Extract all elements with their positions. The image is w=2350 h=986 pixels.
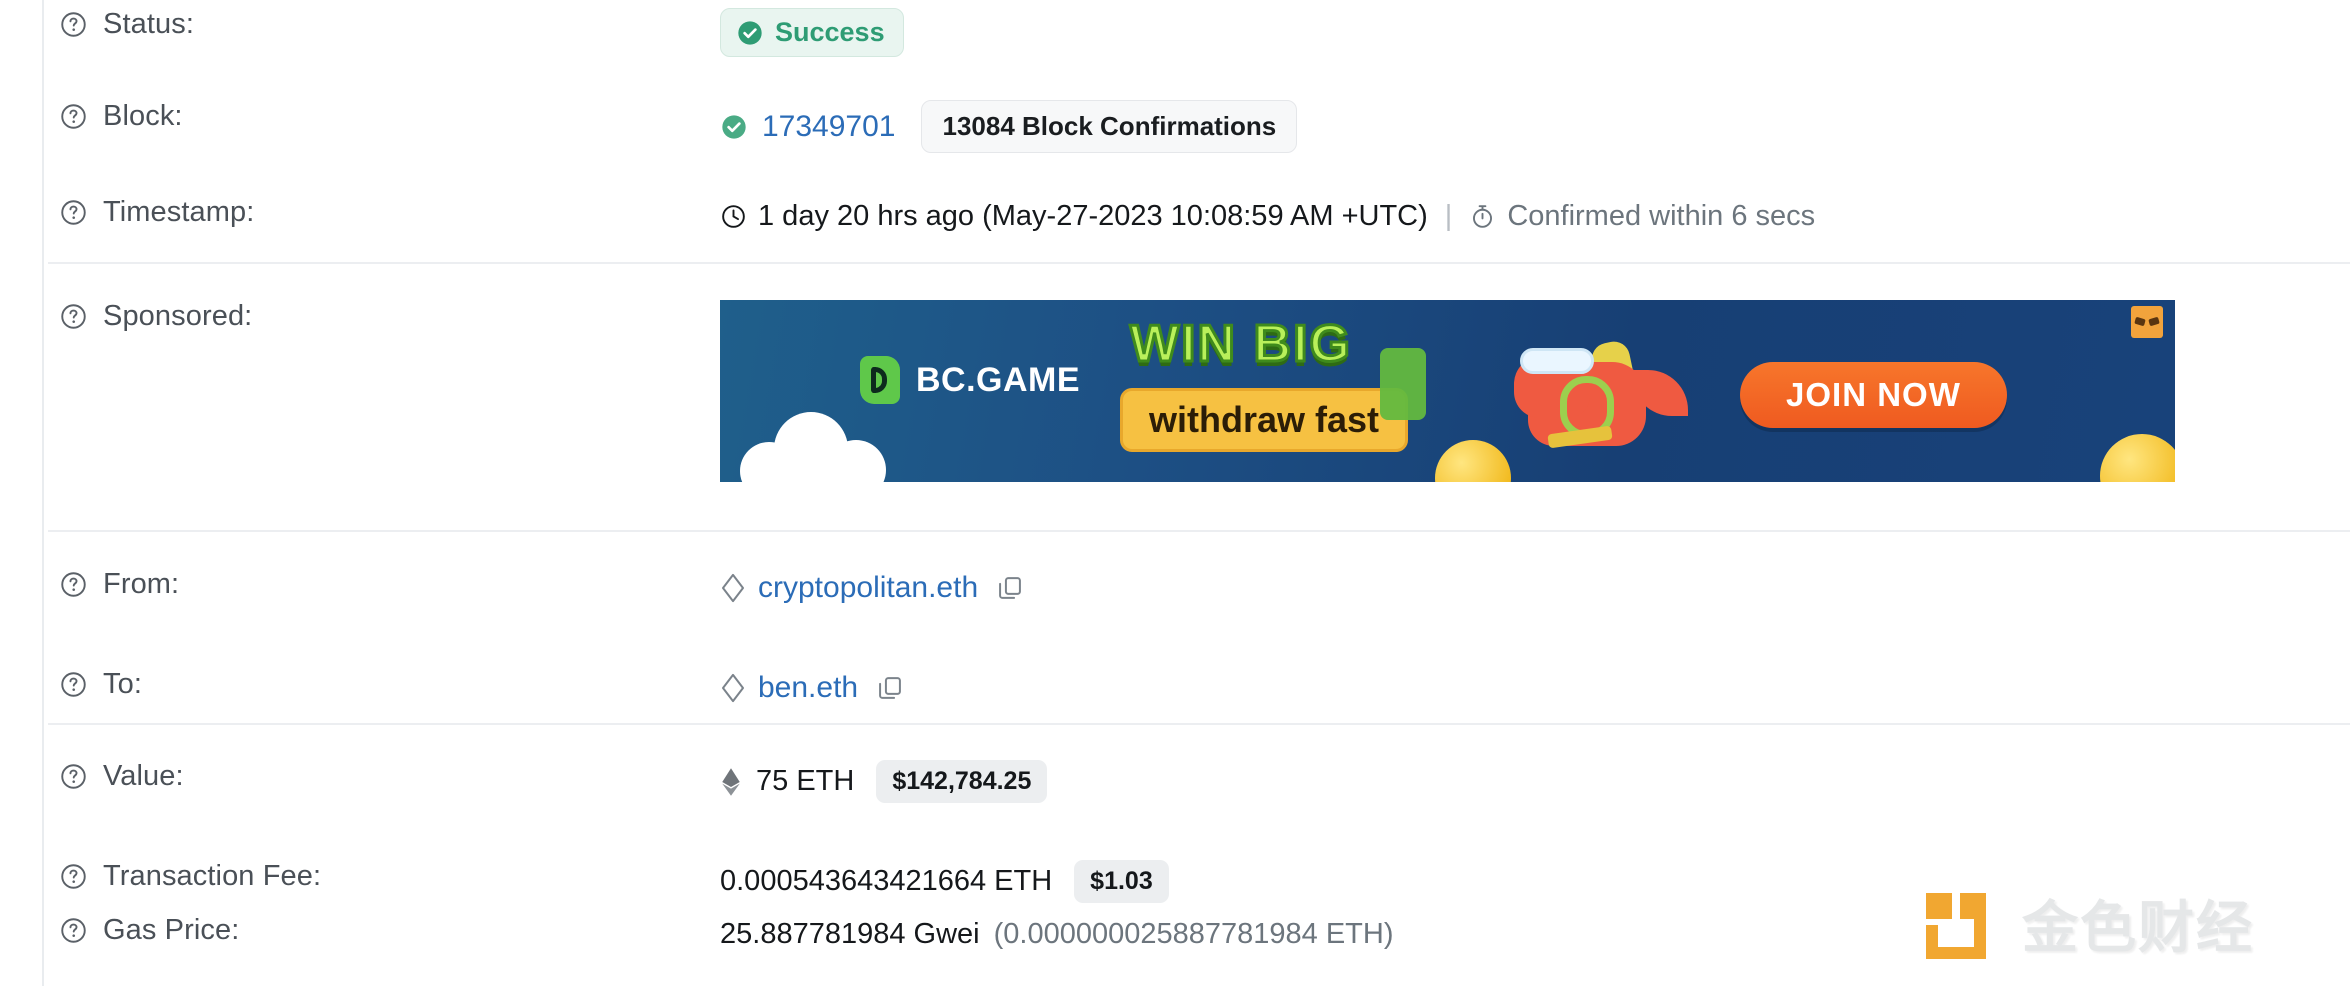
divider-above-from — [48, 530, 2350, 532]
row-to: To: ben.eth — [0, 668, 2350, 708]
check-circle-icon — [738, 20, 762, 45]
label-gas-price: Gas Price: — [103, 914, 240, 946]
row-from: From: cryptopolitan.eth — [0, 568, 2350, 608]
label-cell-block: Block: — [0, 100, 720, 133]
label-cell-timestamp: Timestamp: — [0, 196, 720, 229]
row-status: Status: Success — [0, 8, 2350, 57]
check-circle-icon — [722, 114, 746, 139]
value-cell-status: Success — [720, 8, 2350, 57]
value-cell-block: 17349701 13084 Block Confirmations — [720, 100, 2350, 153]
timestamp-relative: 1 day 20 hrs ago (May-27-2023 10:08:59 A… — [758, 199, 1428, 232]
row-value: Value: 75 ETH $142,784.25 — [0, 760, 2350, 803]
label-from: From: — [103, 568, 180, 600]
copy-icon[interactable] — [876, 674, 904, 702]
block-number-link[interactable]: 17349701 — [762, 110, 895, 144]
coin-graphic — [1435, 440, 1511, 482]
cloud-graphic — [740, 410, 900, 482]
bcgame-mark-icon — [860, 356, 900, 404]
label-cell-value: Value: — [0, 760, 720, 793]
question-circle-icon[interactable] — [60, 303, 87, 330]
label-cell-transaction-fee: Transaction Fee: — [0, 860, 720, 893]
question-circle-icon[interactable] — [60, 763, 87, 790]
label-cell-sponsored: Sponsored: — [0, 300, 720, 333]
to-address-group: ben.eth — [720, 671, 904, 705]
gas-price-gwei: 25.887781984 Gwei — [720, 917, 980, 950]
value-fiat-badge: $142,784.25 — [876, 760, 1048, 803]
value-cell-value: 75 ETH $142,784.25 — [720, 760, 2350, 803]
banner-subline: withdraw fast — [1120, 388, 1409, 452]
row-sponsored: Sponsored: BC.GAME WIN BIG withdraw fast — [0, 300, 2350, 482]
clock-icon — [722, 204, 745, 228]
question-circle-icon[interactable] — [60, 917, 87, 944]
label-block: Block: — [103, 100, 183, 132]
bcgame-brand-name: BC.GAME — [916, 360, 1081, 399]
ens-diamond-icon — [722, 673, 744, 703]
label-status: Status: — [103, 8, 194, 40]
stopwatch-icon — [1473, 204, 1493, 228]
sponsored-banner[interactable]: BC.GAME WIN BIG withdraw fast JOIN NOW — [720, 300, 2175, 482]
value-cell-to: ben.eth — [720, 668, 2350, 708]
green-block-graphic — [1380, 348, 1426, 420]
label-sponsored: Sponsored: — [103, 300, 253, 332]
question-circle-icon[interactable] — [60, 671, 87, 698]
value-cell-from: cryptopolitan.eth — [720, 568, 2350, 608]
ethereum-diamond-icon — [722, 767, 740, 796]
coin-graphic — [2100, 434, 2175, 482]
question-circle-icon[interactable] — [60, 11, 87, 38]
value-cell-sponsored: BC.GAME WIN BIG withdraw fast JOIN NOW — [720, 300, 2350, 482]
copy-icon[interactable] — [996, 574, 1024, 602]
label-timestamp: Timestamp: — [103, 196, 255, 228]
block-confirmations-badge: 13084 Block Confirmations — [921, 100, 1298, 153]
ad-marker-icon[interactable] — [2131, 306, 2163, 338]
label-to: To: — [103, 668, 142, 700]
timestamp-line: 1 day 20 hrs ago (May-27-2023 10:08:59 A… — [720, 200, 1815, 233]
transaction-details-panel: Status: Success Block: 17349701 13084 Bl… — [0, 0, 2350, 986]
banner-headline: WIN BIG — [1129, 314, 1352, 375]
question-circle-icon[interactable] — [60, 863, 87, 890]
label-cell-gas-price: Gas Price: — [0, 914, 720, 947]
jinse-logo-icon — [1926, 887, 2000, 961]
row-block: Block: 17349701 13084 Block Confirmation… — [0, 100, 2350, 153]
bcgame-logo: BC.GAME — [860, 356, 1080, 404]
question-circle-icon[interactable] — [60, 103, 87, 130]
transaction-fee-fiat-badge: $1.03 — [1074, 860, 1169, 903]
row-timestamp: Timestamp: 1 day 20 hrs ago (May-27-2023… — [0, 196, 2350, 236]
label-cell-to: To: — [0, 668, 720, 701]
question-circle-icon[interactable] — [60, 199, 87, 226]
value-cell-timestamp: 1 day 20 hrs ago (May-27-2023 10:08:59 A… — [720, 196, 2350, 236]
dinosaur-mascot-icon — [1510, 326, 1690, 466]
divider-above-value — [48, 723, 2350, 725]
timestamp-confirmed: Confirmed within 6 secs — [1507, 199, 1816, 232]
label-value: Value: — [103, 760, 184, 792]
label-cell-from: From: — [0, 568, 720, 601]
watermark-text: 金色财经 — [2022, 896, 2254, 961]
watermark: 金色财经 — [1926, 883, 2254, 964]
from-address-group: cryptopolitan.eth — [720, 571, 1024, 605]
join-now-button[interactable]: JOIN NOW — [1740, 362, 2007, 428]
to-address-link[interactable]: ben.eth — [758, 671, 858, 705]
status-badge-label: Success — [775, 17, 885, 47]
question-circle-icon[interactable] — [60, 571, 87, 598]
gas-price-eth: (0.000000025887781984 ETH) — [993, 917, 1394, 950]
transaction-fee-amount: 0.000543643421664 ETH — [720, 865, 1053, 897]
value-amount: 75 ETH — [756, 765, 855, 797]
ens-diamond-icon — [722, 573, 744, 603]
from-address-link[interactable]: cryptopolitan.eth — [758, 571, 978, 605]
timestamp-separator: | — [1444, 199, 1453, 232]
label-transaction-fee: Transaction Fee: — [103, 860, 322, 892]
status-badge: Success — [720, 8, 904, 57]
divider-above-sponsored — [48, 262, 2350, 264]
label-cell-status: Status: — [0, 8, 720, 41]
